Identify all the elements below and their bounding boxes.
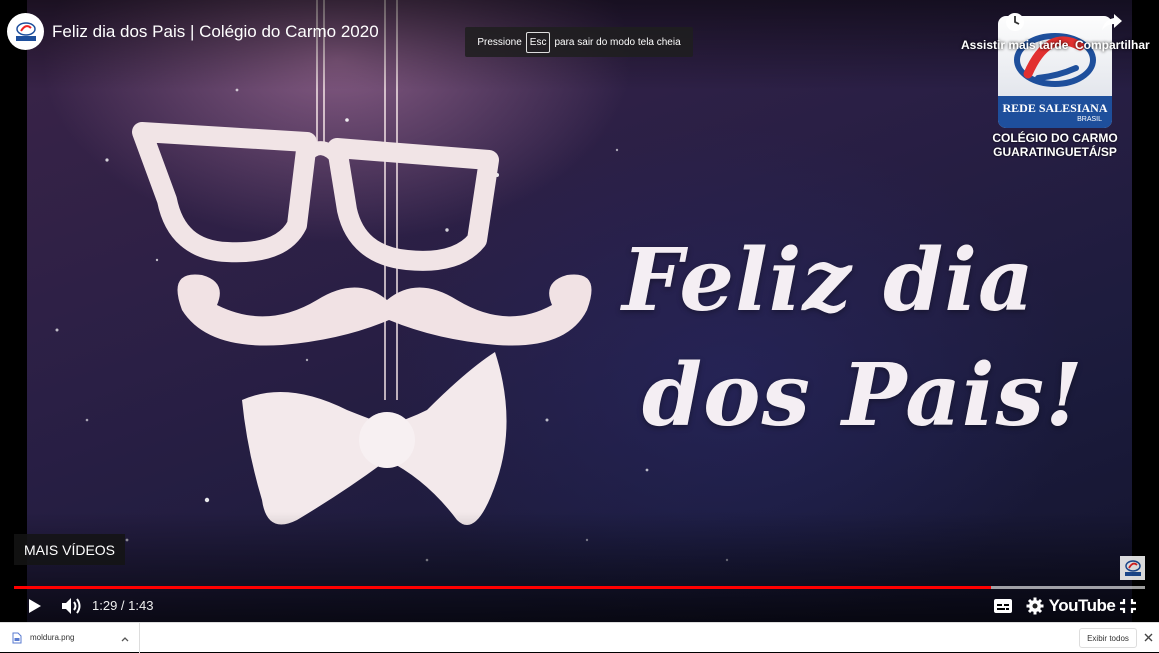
play-icon [29, 599, 41, 613]
greeting-line-1: Feliz dia [622, 230, 1035, 331]
tip-text-after: para sair do modo tela cheia [554, 36, 681, 48]
download-item[interactable]: moldura.png [0, 623, 140, 653]
logo-band: REDE SALESIANA BRASIL [998, 96, 1112, 128]
channel-watermark[interactable] [1120, 556, 1145, 580]
school-caption-line-1: COLÉGIO DO CARMO [992, 131, 1118, 145]
school-caption: COLÉGIO DO CARMO GUARATINGUETÁ/SP [988, 131, 1122, 159]
youtube-logo-button[interactable]: YouTube [1049, 592, 1116, 620]
school-caption-line-2: GUARATINGUETÁ/SP [993, 145, 1117, 159]
video-player[interactable]: Feliz dia dos Pais! Feliz dia dos Pais |… [0, 0, 1159, 622]
share-arrow-icon [1102, 14, 1123, 30]
player-controls: 1:29 / 1:43 YouTube [0, 592, 1159, 620]
gear-icon [1026, 597, 1044, 615]
share-label: Compartilhar [1075, 38, 1150, 52]
esc-key: Esc [525, 31, 551, 53]
file-icon [12, 632, 22, 644]
download-file-name: moldura.png [30, 633, 75, 642]
tip-text-before: Pressione [477, 36, 522, 48]
more-videos-button[interactable]: MAIS VÍDEOS [14, 534, 126, 565]
exit-fullscreen-icon [1120, 599, 1136, 613]
volume-icon [62, 598, 81, 614]
channel-avatar[interactable] [7, 13, 44, 50]
chevron-up-icon[interactable] [121, 636, 129, 642]
watch-later-button[interactable]: Assistir mais tarde [961, 12, 1068, 52]
progress-bar[interactable] [14, 586, 1145, 590]
subtitles-button[interactable] [990, 592, 1016, 620]
fullscreen-exit-tip: Pressione Esc para sair do modo tela che… [465, 27, 693, 57]
watch-later-label: Assistir mais tarde [961, 38, 1069, 52]
logo-country: BRASIL [1077, 116, 1102, 123]
download-bar: moldura.png Exibir todos [0, 622, 1159, 653]
channel-watermark-logo-icon [1124, 560, 1141, 576]
play-button[interactable] [22, 592, 48, 620]
close-icon [1144, 633, 1152, 641]
logo-brand: REDE SALESIANA [1002, 101, 1108, 115]
show-all-downloads-button[interactable]: Exibir todos [1079, 628, 1137, 648]
video-title[interactable]: Feliz dia dos Pais | Colégio do Carmo 20… [52, 22, 379, 42]
clock-icon [1005, 13, 1024, 31]
time-display: 1:29 / 1:43 [92, 598, 154, 613]
subtitles-icon [994, 599, 1012, 613]
rede-salesiana-logo-icon [15, 21, 36, 41]
progress-played [14, 586, 992, 589]
mute-button[interactable] [58, 592, 86, 620]
settings-button[interactable] [1022, 592, 1048, 620]
exit-fullscreen-button[interactable] [1116, 592, 1140, 620]
share-button[interactable]: Compartilhar [1075, 12, 1150, 52]
close-download-bar-button[interactable] [1142, 631, 1154, 643]
greeting-line-2: dos Pais! [642, 345, 1084, 446]
